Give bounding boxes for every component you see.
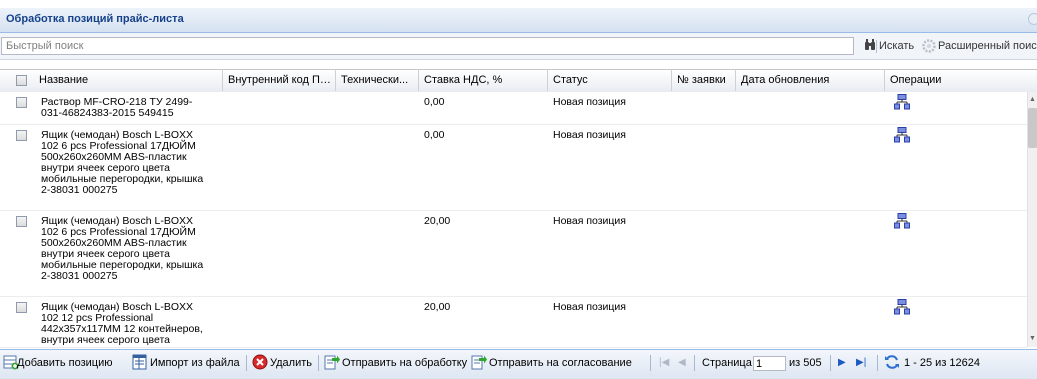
row-name: Ящик (чемодан) Bosch L-BOXX 102 6 pcs Pr… — [41, 215, 204, 282]
column-header-status[interactable]: Статус — [548, 69, 672, 91]
column-header-operations[interactable]: Операции — [885, 69, 1020, 91]
select-all-checkbox[interactable] — [16, 75, 27, 86]
column-header-update-date[interactable]: Дата обновления — [736, 69, 885, 91]
workflow-icon[interactable] — [894, 127, 910, 143]
send-to-approval-button[interactable]: Отправить на согласование — [489, 357, 632, 369]
row-name: Ящик (чемодан) Bosch L-BOXX 102 6 pcs Pr… — [41, 129, 204, 196]
row-status: Новая позиция — [553, 96, 626, 108]
row-name-clip: Ящик (чемодан) Bosch L-BOXX 102 12 pcs P… — [41, 302, 221, 346]
row-status: Новая позиция — [553, 301, 626, 313]
toolbar-separator — [318, 355, 319, 371]
toolbar-separator — [877, 355, 878, 371]
workflow-icon[interactable] — [894, 213, 910, 229]
import-file-icon — [132, 354, 147, 370]
paging-summary: 1 - 25 из 12624 — [904, 357, 981, 369]
row-checkbox[interactable] — [16, 216, 27, 227]
page-number-input[interactable] — [753, 356, 786, 371]
scrollbar-thumb[interactable] — [1028, 108, 1037, 148]
row-checkbox[interactable] — [16, 302, 27, 313]
next-page-icon[interactable]: ▶ — [838, 357, 846, 368]
row-checkbox[interactable] — [16, 130, 27, 141]
workflow-icon[interactable] — [894, 94, 910, 110]
scroll-down-icon[interactable]: ▼ — [1029, 335, 1036, 342]
close-icon[interactable] — [1028, 13, 1037, 25]
toolbar-separator — [650, 355, 651, 371]
gear-icon — [922, 39, 936, 53]
column-header-request-number[interactable]: № заявки — [672, 69, 736, 91]
send-approval-icon — [471, 355, 487, 370]
column-header-vat-rate[interactable]: Ставка НДС, % — [419, 69, 548, 91]
row-vat-rate: 0,00 — [424, 129, 445, 141]
send-to-processing-button[interactable]: Отправить на обработку — [342, 357, 467, 369]
row-vat-rate: 20,00 — [424, 301, 451, 313]
toolbar-separator — [694, 355, 695, 371]
row-status: Новая позиция — [553, 129, 626, 141]
workflow-icon[interactable] — [894, 299, 910, 315]
column-header-name[interactable]: Название — [34, 69, 223, 91]
previous-page-icon[interactable]: ◀ — [678, 357, 686, 368]
toolbar-separator — [246, 355, 247, 371]
advanced-search-button[interactable]: Расширенный поиск — [938, 40, 1037, 52]
import-from-file-button[interactable]: Импорт из файла — [150, 357, 240, 369]
send-processing-icon — [324, 355, 340, 370]
delete-icon — [252, 354, 268, 370]
scroll-up-icon[interactable]: ▲ — [1029, 96, 1036, 103]
row-name: Ящик (чемодан) Bosch L-BOXX 102 12 pcs P… — [41, 302, 203, 346]
toolbar-separator — [876, 40, 877, 53]
refresh-icon[interactable] — [884, 354, 900, 370]
page-label: Страница — [702, 357, 752, 369]
last-page-icon[interactable]: ▶| — [856, 357, 866, 368]
quick-search-input[interactable] — [1, 37, 854, 55]
panel-title: Обработка позиций прайс-листа — [6, 13, 184, 25]
row-name: Раствор MF-CRO-218 ТУ 2499- 031-46824383… — [41, 96, 193, 119]
row-vat-rate: 20,00 — [424, 215, 451, 227]
search-button[interactable]: Искать — [879, 40, 914, 52]
row-status: Новая позиция — [553, 215, 626, 227]
column-header-internal-code[interactable]: Внутренний код По... — [223, 69, 336, 91]
toolbar-separator — [830, 355, 831, 371]
add-position-button[interactable]: Добавить позицию — [17, 357, 113, 369]
binoculars-icon — [865, 39, 875, 50]
delete-button[interactable]: Удалить — [270, 357, 312, 369]
first-page-icon[interactable]: |◀ — [659, 357, 669, 368]
row-vat-rate: 0,00 — [424, 96, 445, 108]
row-checkbox[interactable] — [16, 97, 27, 108]
page-total-label: из 505 — [789, 357, 822, 369]
column-header-technical[interactable]: Технически... — [336, 69, 419, 91]
